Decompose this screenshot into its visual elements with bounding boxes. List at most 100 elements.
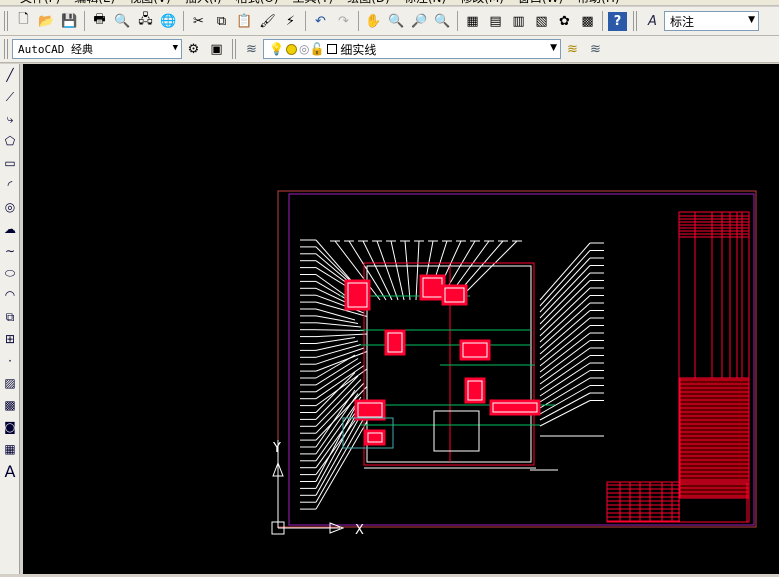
menu-item[interactable]: 窗口(W) — [518, 0, 563, 5]
leader-line — [539, 280, 591, 331]
toolbar-grip[interactable] — [232, 39, 236, 59]
coupling — [433, 410, 480, 452]
multiline-text-tool-icon[interactable]: A — [1, 460, 19, 482]
text-style-icon[interactable]: A — [643, 12, 662, 31]
region-tool-icon[interactable]: ◙ — [1, 416, 19, 438]
workspace-value: AutoCAD 经典 — [18, 43, 93, 56]
menu-item[interactable]: 修改(M) — [460, 0, 504, 5]
leader-line — [539, 362, 591, 397]
zoom-realtime-icon[interactable]: 🔍 — [387, 12, 406, 31]
menu-item[interactable]: 文件(F) — [20, 0, 60, 5]
design-center-icon[interactable]: ▤ — [486, 12, 505, 31]
calculator-icon[interactable]: ▩ — [578, 12, 597, 31]
leader-line — [539, 250, 591, 307]
menu-item[interactable]: 编辑(E) — [74, 0, 115, 5]
leader-line — [315, 396, 362, 462]
gradient-tool-icon[interactable]: ▩ — [1, 394, 19, 416]
menu-item[interactable]: 格式(O) — [236, 0, 279, 5]
ucs-y-label: Y — [272, 441, 281, 456]
workspace-settings-icon[interactable]: ⚙ — [184, 40, 203, 59]
plot-icon[interactable]: 🖶 — [90, 12, 109, 31]
menu-item[interactable]: 视图(V) — [129, 0, 171, 5]
menu-item[interactable]: 绘图(D) — [347, 0, 390, 5]
layer-value: 细实线 — [340, 42, 377, 57]
plot-preview-icon[interactable]: 🔍 — [113, 12, 132, 31]
polygon-tool-icon[interactable]: ⬠ — [1, 130, 19, 152]
cut-icon[interactable]: ✂ — [189, 12, 208, 31]
leader-line — [315, 365, 365, 400]
menu-item[interactable]: 插入(I) — [185, 0, 222, 5]
drawing: XY — [271, 190, 757, 538]
undo-icon[interactable]: ↶ — [311, 12, 330, 31]
new-icon[interactable]: 🗋 — [14, 12, 33, 31]
leader-line — [315, 410, 359, 489]
ellipse-tool-icon[interactable]: ⬭ — [1, 262, 19, 284]
chevron-down-icon: ▼ — [748, 15, 755, 25]
draw-toolbar: ╱ ⟋ ⤷ ⬠ ▭ ◜ ◎ ☁ ∼ ⬭ ◠ ⧉ ⊞ · ▨ ▩ ◙ ▦ A — [0, 64, 20, 574]
rectangle-tool-icon[interactable]: ▭ — [1, 152, 19, 174]
hatch-tool-icon[interactable]: ▨ — [1, 372, 19, 394]
make-block-tool-icon[interactable]: ⊞ — [1, 328, 19, 350]
copy-icon[interactable]: ⧉ — [212, 12, 231, 31]
color-swatch-icon — [327, 44, 338, 54]
separator — [358, 11, 359, 31]
leader-line — [539, 295, 591, 343]
separator — [183, 11, 184, 31]
toolbar-grip[interactable] — [4, 11, 8, 31]
make-current-layer-icon[interactable]: ≋ — [563, 40, 582, 59]
help-icon[interactable]: ? — [608, 11, 627, 31]
menu-item[interactable]: 工具(T) — [293, 0, 334, 5]
separator — [602, 11, 603, 31]
insert-block-tool-icon[interactable]: ⧉ — [1, 306, 19, 328]
dimstyle-select[interactable]: 标注 ▼ — [664, 11, 759, 31]
chevron-down-icon: ▼ — [172, 43, 178, 53]
point-tool-icon[interactable]: · — [1, 350, 19, 372]
publish-icon[interactable]: 🖧 — [136, 12, 155, 31]
save-workspace-icon[interactable]: ▣ — [207, 40, 226, 59]
properties-icon[interactable]: ▦ — [463, 12, 482, 31]
zoom-previous-icon[interactable]: 🔍 — [433, 12, 452, 31]
toolbar-grip[interactable] — [4, 39, 8, 59]
bulb-icon: 💡 — [269, 42, 284, 56]
revision-cloud-tool-icon[interactable]: ☁ — [1, 218, 19, 240]
standard-toolbar: 🗋 📂 💾 🖶 🔍 🖧 🌐 ✂ ⧉ 📋 🖌 ⚡ ↶ ↷ ✋ 🔍 🔎 🔍 ▦ ▤ ▥ ▧ ✿ ▩? A 标注 ▼ — [0, 7, 779, 36]
gear — [419, 274, 446, 301]
leader-line — [539, 385, 591, 415]
menu-item[interactable]: 帮助(H) — [577, 0, 619, 5]
table-tool-icon[interactable]: ▦ — [1, 438, 19, 460]
tool-palettes-icon[interactable]: ▥ — [509, 12, 528, 31]
line-tool-icon[interactable]: ╱ — [1, 64, 19, 86]
toolbar-grip[interactable] — [633, 11, 637, 31]
redo-icon[interactable]: ↷ — [334, 12, 353, 31]
leader-line — [404, 240, 411, 301]
layer-select[interactable]: 💡 ◎ 🔓 细实线 ▼ — [263, 39, 561, 59]
leader-line — [415, 240, 420, 301]
construction-line-tool-icon[interactable]: ⟋ — [1, 86, 19, 108]
workspace-select[interactable]: AutoCAD 经典 ▼ — [12, 39, 182, 59]
spline-tool-icon[interactable]: ∼ — [1, 240, 19, 262]
ellipse-arc-tool-icon[interactable]: ◠ — [1, 284, 19, 306]
layer-previous-icon[interactable]: ≋ — [586, 40, 605, 59]
separator — [305, 11, 306, 31]
zoom-window-icon[interactable]: 🔎 — [410, 12, 429, 31]
polyline-tool-icon[interactable]: ⤷ — [1, 108, 19, 130]
save-icon[interactable]: 💾 — [60, 12, 79, 31]
match-properties-icon[interactable]: 🖌 — [258, 12, 277, 31]
markup-icon[interactable]: ✿ — [555, 12, 574, 31]
3d-dwf-icon[interactable]: 🌐 — [159, 12, 178, 31]
block-editor-icon[interactable]: ⚡ — [281, 12, 300, 31]
open-icon[interactable]: 📂 — [37, 12, 56, 31]
sun-icon — [285, 43, 297, 55]
layer-properties-icon[interactable]: ≋ — [242, 40, 261, 59]
sheet-set-icon[interactable]: ▧ — [532, 12, 551, 31]
menu-item[interactable]: 标注(N) — [404, 0, 446, 5]
leader-line — [315, 417, 365, 503]
arc-tool-icon[interactable]: ◜ — [1, 174, 19, 196]
paste-icon[interactable]: 📋 — [235, 12, 254, 31]
lock-icon: 🔓 — [309, 42, 325, 56]
circle-tool-icon[interactable]: ◎ — [1, 196, 19, 218]
leader-line — [539, 400, 591, 427]
leader-line — [315, 361, 362, 393]
drawing-canvas[interactable]: XY — [23, 64, 779, 574]
pan-icon[interactable]: ✋ — [364, 12, 383, 31]
